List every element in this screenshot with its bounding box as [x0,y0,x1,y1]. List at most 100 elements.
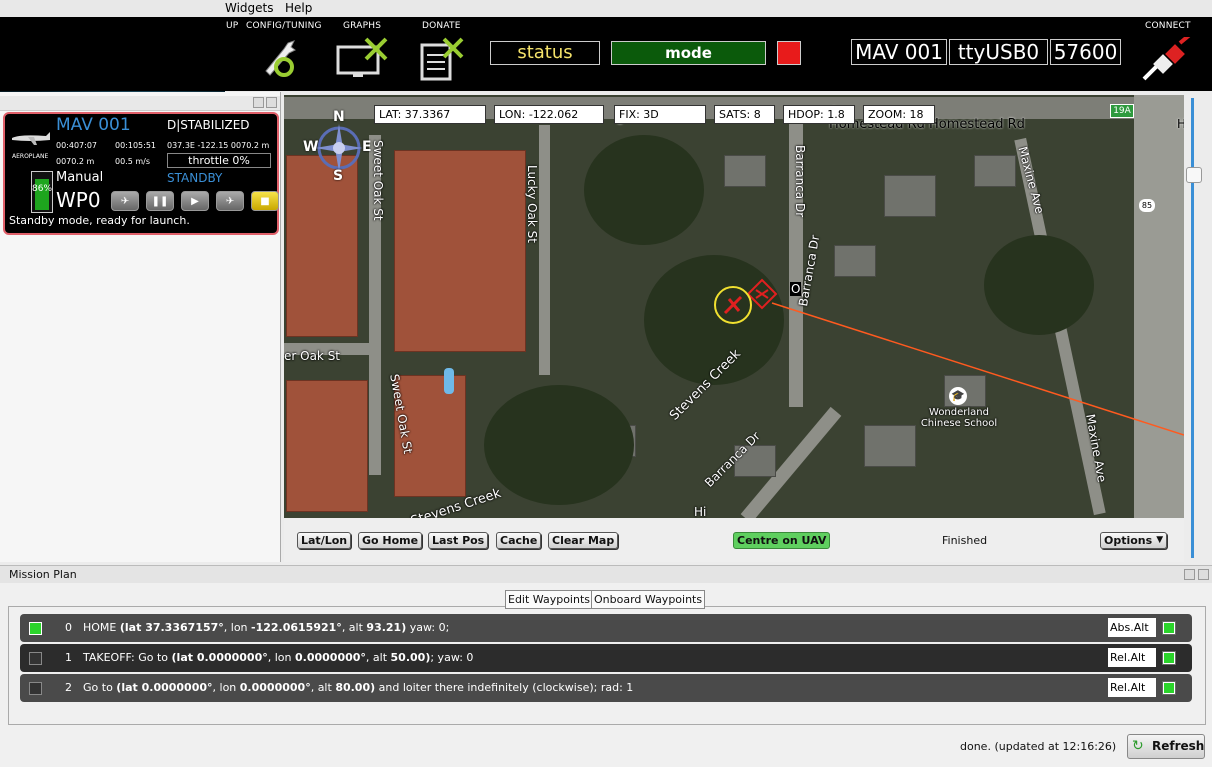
waypoint-row[interactable]: 1 TAKEOFF: Go to (lat 0.0000000°, lon 0.… [20,644,1192,672]
config-tuning-label: CONFIG/TUNING [246,21,322,31]
waypoint-row[interactable]: 2 Go to (lat 0.0000000°, lon 0.0000000°,… [20,674,1192,702]
mission-plan-header: Mission Plan [0,565,1212,584]
mission-footer-status: done. (updated at 12:16:26) [960,740,1117,753]
go-home-button[interactable]: Go Home [358,532,423,549]
land-button[interactable]: ✈ [216,191,244,211]
tab-edit-waypoints[interactable]: Edit Waypoints [505,590,594,609]
mission-close-icon[interactable] [1198,569,1209,580]
waypoint-description: Go to (lat 0.0000000°, lon 0.0000000°, a… [83,681,634,694]
centre-on-uav-button[interactable]: Centre on UAV [733,532,831,549]
waypoint-row[interactable]: 0 HOME (lat 37.3367157°, lon -122.061592… [20,614,1192,642]
connect-icon[interactable] [1140,31,1196,81]
latlon-button[interactable]: Lat/Lon [297,532,352,549]
panel-titlebar [0,96,280,111]
flight-mode: Manual [56,170,104,185]
chevron-down-icon: ▼ [1156,535,1164,545]
uav-time-2: 00:105:51 [115,141,157,150]
waypoint-status-indicator [1162,651,1176,665]
compass-n: N [333,109,345,125]
uav-altitude: 0070.2 m [56,157,95,166]
compass-w: W [303,139,319,155]
lat-readout: LAT: 37.3367 [374,105,486,124]
aeroplane-icon [10,128,52,148]
refresh-button[interactable]: ↻ Refresh [1127,734,1205,759]
current-waypoint: WP0 [56,188,101,212]
options-button[interactable]: Options ▼ [1100,532,1168,549]
fix-readout: FIX: 3D [614,105,706,124]
compass-rose: N S W E [303,109,374,185]
port-select[interactable]: ttyUSB0 [949,39,1048,65]
uav-speed: 00.5 m/s [115,157,151,166]
uav-time-1: 00:407:07 [56,141,98,150]
battery-percent: 86% [32,184,53,194]
lon-readout: LON: -122.062 [494,105,604,124]
panel-close-icon[interactable] [266,97,277,108]
altitude-mode-select[interactable]: Rel.Alt [1108,648,1156,667]
waypoint-checkbox[interactable] [29,652,42,665]
options-label: Options [1104,534,1153,547]
uav-card[interactable]: AEROPLANE MAV 001 D|STABILIZED 00:407:07… [3,112,279,235]
waypoint-status-indicator [1162,621,1176,635]
altitude-mode-select[interactable]: Rel.Alt [1108,678,1156,697]
graphs-label: GRAPHS [343,21,382,31]
takeoff-button[interactable]: ✈ [111,191,139,211]
map-status-text: Finished [942,534,988,547]
menu-widgets[interactable]: Widgets [225,1,274,15]
scroll-handle[interactable] [1186,167,1202,183]
setup-label: UP [226,21,239,31]
uav-state: STANDBY [167,171,223,185]
hdop-readout: HDOP: 1.8 [783,105,855,124]
pause-button[interactable]: ❚❚ [146,191,174,211]
pause-icon: ❚❚ [151,195,169,207]
last-pos-button[interactable]: Last Pos [428,532,489,549]
uav-position: 037.3E -122.15 0070.2 m [167,141,270,150]
waypoint-checkbox[interactable] [29,622,42,635]
waypoint-number: 2 [65,681,72,694]
menu-help[interactable]: Help [285,1,312,15]
altitude-mode-select[interactable]: Abs.Alt [1108,618,1156,637]
zoom-readout: ZOOM: 18 [863,105,935,124]
stop-button[interactable]: ■ [251,191,279,211]
waypoint-status-indicator [1162,681,1176,695]
throttle-display: throttle 0% [167,153,271,168]
vertical-scrollbar[interactable] [1184,95,1212,562]
mission-plan-title: Mission Plan [9,568,77,581]
mission-float-icon[interactable] [1184,569,1195,580]
uav-name: MAV 001 [56,115,131,135]
refresh-icon: ↻ [1132,738,1144,754]
graphs-icon[interactable] [336,37,388,81]
donate-icon[interactable] [418,37,464,81]
sats-readout: SATS: 8 [714,105,775,124]
play-button[interactable]: ▶ [181,191,209,211]
waypoint-description: HOME (lat 37.3367157°, lon -122.0615921°… [83,621,450,634]
takeoff-icon: ✈ [120,195,130,207]
status-message: Standby mode, ready for launch. [9,214,190,227]
mav-select[interactable]: MAV 001 [851,39,947,65]
cache-button[interactable]: Cache [496,532,542,549]
connect-label: CONNECT [1145,21,1191,31]
panel-float-icon[interactable] [253,97,264,108]
alert-indicator [777,41,801,65]
waypoint-number: 1 [65,651,72,664]
map-view[interactable]: e Homestead Rd Homestead Rd Lucky Oak St… [284,95,1184,518]
donate-label: DONATE [422,21,461,31]
play-icon: ▶ [191,195,199,207]
menu-bar [0,0,1212,18]
stop-icon: ■ [260,195,270,207]
mode-indicator: mode [611,41,766,65]
uav-marker-icon[interactable] [713,285,753,325]
waypoint-description: TAKEOFF: Go to (lat 0.0000000°, lon 0.00… [83,651,474,664]
clear-map-button[interactable]: Clear Map [548,532,619,549]
map-controls: Lat/Lon Go Home Last Pos Cache Clear Map… [284,518,1184,562]
tab-onboard-waypoints[interactable]: Onboard Waypoints [591,590,706,609]
compass-s: S [333,168,344,184]
compass-e: E [362,139,372,155]
config-tuning-icon[interactable] [258,37,304,79]
uav-type: AEROPLANE [12,153,49,160]
status-indicator: status [490,41,600,65]
land-icon: ✈ [225,195,235,207]
baud-select[interactable]: 57600 [1050,39,1121,65]
uav-mode-state: D|STABILIZED [167,118,250,132]
waypoint-number: 0 [65,621,72,634]
waypoint-checkbox[interactable] [29,682,42,695]
